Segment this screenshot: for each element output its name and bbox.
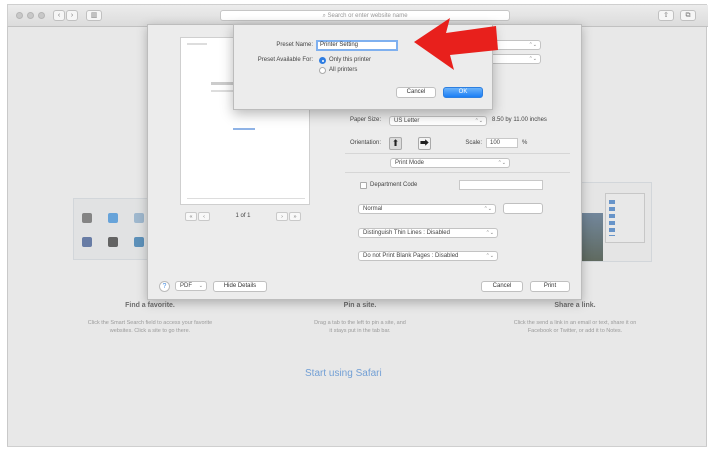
paper-size-label: Paper Size:	[349, 117, 381, 123]
paper-size-dimensions: 8.50 by 11.00 inches	[492, 117, 547, 123]
preview-footer-line	[187, 198, 305, 199]
pdf-label: PDF	[180, 283, 192, 289]
minimize-window-button[interactable]	[27, 12, 34, 19]
only-this-printer-radio[interactable]	[319, 57, 326, 64]
preset-cancel-button[interactable]: Cancel	[396, 87, 436, 98]
department-code-field[interactable]	[459, 180, 543, 190]
preview-text-line	[211, 82, 233, 85]
preset-available-label: Preset Available For:	[257, 57, 313, 63]
help-button[interactable]: ?	[159, 281, 170, 292]
divider	[345, 172, 570, 173]
preset-name-input[interactable]: Printer Setting	[316, 40, 398, 51]
landscape-orientation-icon[interactable]: ⮕	[418, 137, 431, 150]
address-placeholder: Search or enter website name	[327, 13, 408, 19]
settings-button[interactable]	[503, 203, 543, 214]
next-page-button[interactable]: ›	[276, 212, 288, 221]
cancel-print-button[interactable]: Cancel	[481, 281, 523, 292]
preview-link-line	[233, 128, 255, 130]
preset-ok-button[interactable]: OK	[443, 87, 483, 98]
print-button[interactable]: Print	[530, 281, 570, 292]
paper-size-value: US Letter	[394, 118, 420, 124]
hide-details-button[interactable]: Hide Details	[213, 281, 267, 292]
close-window-button[interactable]	[16, 12, 23, 19]
arrow-shape	[414, 18, 498, 70]
blank-pages-popup[interactable]: Do not Print Blank Pages : Disabled ⌃⌄	[358, 251, 498, 261]
print-mode-popup[interactable]: Normal ⌃⌄	[358, 204, 496, 214]
back-button[interactable]: ‹	[53, 10, 65, 21]
all-printers-radio[interactable]	[319, 67, 326, 74]
page-indicator: 1 of 1	[235, 213, 251, 219]
orientation-label: Orientation:	[349, 140, 381, 146]
section-popup[interactable]: Print Mode ⌃⌄	[390, 158, 510, 168]
tabs-overview-icon[interactable]: ⧉	[680, 10, 696, 21]
preset-name-label: Preset Name:	[276, 42, 313, 48]
last-page-button[interactable]: »	[289, 212, 301, 221]
scale-label: Scale:	[465, 140, 482, 146]
thin-lines-popup[interactable]: Distinguish Thin Lines : Disabled ⌃⌄	[358, 228, 498, 238]
all-printers-label: All printers	[329, 67, 358, 73]
red-arrow-annotation	[414, 18, 498, 70]
zoom-window-button[interactable]	[38, 12, 45, 19]
department-code-label: Department Code	[370, 182, 418, 188]
department-code-checkbox[interactable]	[360, 182, 367, 189]
divider	[345, 153, 570, 154]
forward-button[interactable]: ›	[66, 10, 78, 21]
thin-lines-value: Distinguish Thin Lines : Disabled	[363, 230, 450, 236]
portrait-orientation-icon[interactable]: ⬆	[389, 137, 402, 150]
scale-field[interactable]: 100	[486, 138, 518, 148]
blank-pages-value: Do not Print Blank Pages : Disabled	[363, 253, 459, 259]
first-page-button[interactable]: «	[185, 212, 197, 221]
pdf-menu-button[interactable]: PDF ⌄	[175, 281, 207, 291]
print-mode-value: Normal	[363, 206, 383, 212]
paper-size-popup[interactable]: US Letter ⌃⌄	[389, 116, 487, 126]
preview-text-line	[187, 43, 207, 45]
sidebar-icon[interactable]: ▥	[86, 10, 102, 21]
scale-unit: %	[522, 140, 528, 146]
share-icon[interactable]: ⇧	[658, 10, 674, 21]
previous-page-button[interactable]: ‹	[198, 212, 210, 221]
section-value: Print Mode	[395, 160, 425, 166]
only-this-printer-label: Only this printer	[329, 57, 372, 63]
